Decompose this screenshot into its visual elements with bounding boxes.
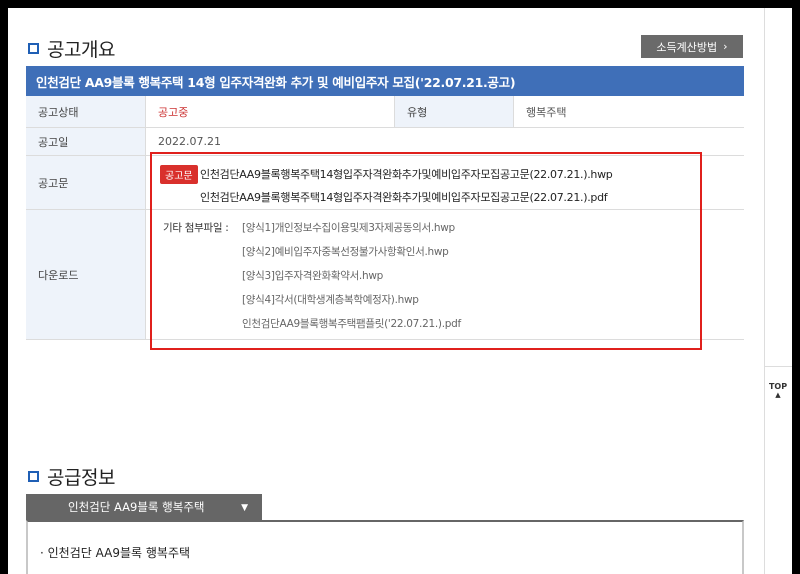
- top-label: TOP: [768, 381, 788, 391]
- date-label: 공고일: [26, 128, 146, 155]
- income-calc-label: 소득계산방법: [656, 40, 718, 54]
- supply-tab[interactable]: 인천검단 AA9블록 행복주택 ▼: [26, 494, 262, 520]
- status-value: 공고중: [158, 105, 189, 119]
- up-arrow-icon: ▲: [775, 390, 781, 399]
- supply-item: · 인천검단 AA9블록 행복주택: [40, 546, 191, 560]
- notice-label: 공고문: [26, 156, 146, 209]
- supply-panel: · 인천검단 AA9블록 행복주택: [26, 520, 744, 574]
- sidebar-strip: [765, 8, 792, 367]
- supply-tab-label: 인천검단 AA9블록 행복주택: [68, 500, 205, 514]
- supply-title: 공급정보: [47, 467, 115, 489]
- overview-heading: 공고개요: [28, 35, 115, 62]
- caret-down-icon: ▼: [241, 503, 248, 513]
- supply-heading: 공급정보: [28, 463, 115, 490]
- date-value: 2022.07.21: [158, 135, 221, 148]
- square-bullet-icon: [28, 43, 39, 54]
- income-calc-button[interactable]: 소득계산방법 ›: [641, 35, 743, 58]
- right-sidebar: [764, 8, 792, 574]
- chevron-right-icon: ›: [723, 40, 728, 53]
- overview-title: 공고개요: [47, 39, 115, 61]
- square-bullet-icon: [28, 471, 39, 482]
- page-frame: 공고개요 소득계산방법 › 인천검단 AA9블록 행복주택 14형 입주자격완화…: [8, 8, 792, 574]
- status-label: 공고상태: [26, 96, 146, 127]
- type-label: 유형: [394, 96, 514, 127]
- banner-title: 인천검단 AA9블록 행복주택 14형 입주자격완화 추가 및 예비입주자 모집…: [36, 74, 516, 90]
- highlight-box: [150, 152, 702, 350]
- scroll-top-button[interactable]: TOP ▲: [764, 370, 792, 410]
- status-row: 공고상태 공고중 유형 행복주택: [26, 96, 744, 128]
- type-value: 행복주택: [526, 105, 567, 119]
- download-label: 다운로드: [26, 210, 146, 339]
- notice-title-banner: 인천검단 AA9블록 행복주택 14형 입주자격완화 추가 및 예비입주자 모집…: [26, 66, 744, 96]
